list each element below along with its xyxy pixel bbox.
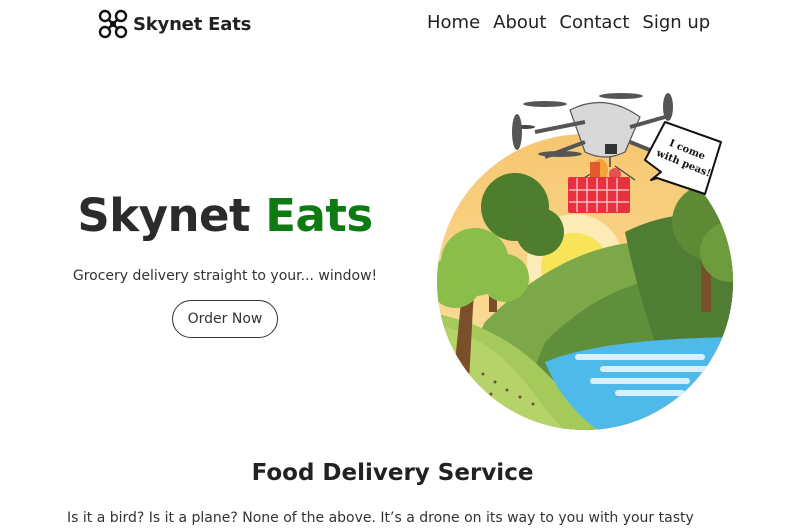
brand[interactable]: Skynet Eats xyxy=(97,9,251,39)
nav-link-about[interactable]: About xyxy=(493,12,546,33)
section-title: Food Delivery Service xyxy=(251,460,534,486)
hero-subtitle: Grocery delivery straight to your... win… xyxy=(72,268,378,284)
section-text: Is it a bird? Is it a plane? None of the… xyxy=(67,510,694,526)
top-nav: Skynet Eats Home About Contact Sign up xyxy=(0,0,785,48)
hero-illustration: I come with peas! xyxy=(437,93,733,430)
nav-links: Home About Contact Sign up xyxy=(427,12,710,33)
order-now-button[interactable]: Order Now xyxy=(172,300,278,338)
hero-title-main: Skynet xyxy=(77,189,251,242)
hero-title: Skynet Eats xyxy=(0,189,450,242)
brand-name: Skynet Eats xyxy=(133,13,252,35)
nav-link-contact[interactable]: Contact xyxy=(559,12,629,33)
nav-link-home[interactable]: Home xyxy=(427,12,480,33)
drone-icon xyxy=(98,9,128,39)
hero-title-accent: Eats xyxy=(265,189,373,242)
nav-link-signup[interactable]: Sign up xyxy=(642,12,710,33)
